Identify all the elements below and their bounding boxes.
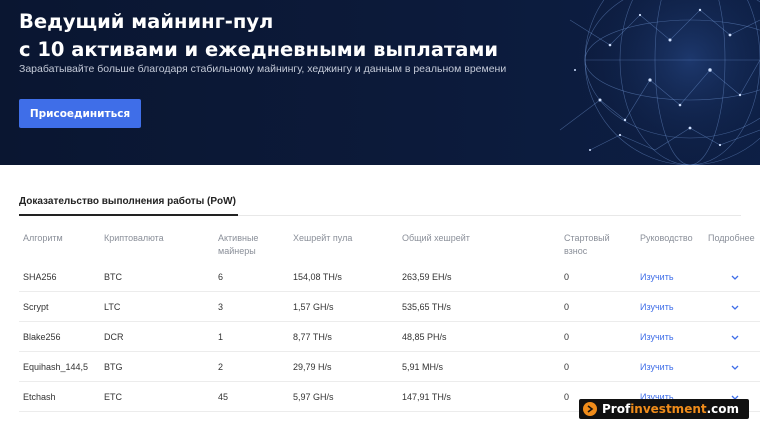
cell-start-fee: 0	[564, 362, 570, 372]
cell-currency: ETC	[104, 392, 122, 402]
cell-start-fee: 0	[564, 332, 570, 342]
chevron-down-icon[interactable]	[729, 352, 741, 382]
tab-pow[interactable]: Доказательство выполнения работы (PoW)	[19, 196, 238, 216]
watermark-middle: investment	[630, 402, 707, 416]
guide-link[interactable]: Изучить	[640, 322, 674, 352]
cell-currency: BTG	[104, 362, 123, 372]
mining-pool-table: Алгоритм Криптовалюта Активные майнеры Х…	[19, 226, 760, 412]
header-more: Подробнее	[708, 233, 755, 243]
table-row: Scrypt LTC 3 1,57 GH/s 535,65 TH/s 0 Изу…	[19, 292, 760, 322]
cell-pool-hashrate: 154,08 TH/s	[293, 272, 342, 282]
table-row: Blake256 DCR 1 8,77 TH/s 48,85 PH/s 0 Из…	[19, 322, 760, 352]
chevron-down-icon[interactable]	[729, 292, 741, 322]
cell-active-miners: 6	[218, 272, 224, 282]
join-button[interactable]: Присоединиться	[19, 99, 141, 128]
header-active-miners-line1: Активные	[218, 233, 259, 243]
guide-link[interactable]: Изучить	[640, 292, 674, 322]
cell-algorithm: SHA256	[23, 272, 57, 282]
cell-algorithm: Blake256	[23, 332, 61, 342]
cell-pool-hashrate: 29,79 H/s	[293, 362, 332, 372]
cell-currency: BTC	[104, 272, 122, 282]
cell-active-miners: 1	[218, 332, 224, 342]
table-row: Equihash_144,5 BTG 2 29,79 H/s 5,91 MH/s…	[19, 352, 760, 382]
header-start-fee-line2: взнос	[564, 246, 588, 256]
hero-subtitle: Зарабатывайте больше благодаря стабильно…	[19, 63, 507, 75]
watermark-logo-icon	[583, 402, 597, 416]
table-header: Алгоритм Криптовалюта Активные майнеры Х…	[19, 226, 760, 262]
hero-title-line1: Ведущий майнинг-пул	[19, 10, 274, 33]
cell-currency: LTC	[104, 302, 121, 312]
cell-pool-hashrate: 8,77 TH/s	[293, 332, 332, 342]
header-active-miners-line2: майнеры	[218, 246, 256, 256]
header-active-miners: Активные майнеры	[218, 232, 258, 258]
header-start-fee-line1: Стартовый	[564, 233, 610, 243]
header-pool-hashrate: Хешрейт пула	[293, 233, 353, 243]
cell-start-fee: 0	[564, 392, 570, 402]
cell-active-miners: 2	[218, 362, 224, 372]
watermark-suffix: .com	[706, 402, 740, 416]
algorithm-tabs: Доказательство выполнения работы (PoW)	[19, 196, 741, 216]
table-row: SHA256 BTC 6 154,08 TH/s 263,59 EH/s 0 И…	[19, 262, 760, 292]
cell-start-fee: 0	[564, 272, 570, 282]
cell-total-hashrate: 48,85 PH/s	[402, 332, 447, 342]
cell-start-fee: 0	[564, 302, 570, 312]
header-start-fee: Стартовый взнос	[564, 232, 610, 258]
cell-active-miners: 3	[218, 302, 224, 312]
cell-pool-hashrate: 5,97 GH/s	[293, 392, 334, 402]
cell-algorithm: Equihash_144,5	[23, 362, 89, 372]
cell-total-hashrate: 535,65 TH/s	[402, 302, 451, 312]
cell-algorithm: Scrypt	[23, 302, 49, 312]
hero-title-line2: с 10 активами и ежедневными выплатами	[19, 38, 499, 61]
guide-link[interactable]: Изучить	[640, 352, 674, 382]
cell-pool-hashrate: 1,57 GH/s	[293, 302, 334, 312]
cell-active-miners: 45	[218, 392, 229, 402]
chevron-down-icon[interactable]	[729, 322, 741, 352]
header-algorithm: Алгоритм	[23, 233, 63, 243]
hero-title: Ведущий майнинг-пул с 10 активами и ежед…	[19, 8, 539, 64]
watermark-prefix: Prof	[602, 402, 631, 416]
cell-total-hashrate: 5,91 MH/s	[402, 362, 444, 372]
cell-total-hashrate: 263,59 EH/s	[402, 272, 452, 282]
guide-link[interactable]: Изучить	[640, 262, 674, 292]
header-currency: Криптовалюта	[104, 233, 164, 243]
profinvestment-watermark: Prof investment .com	[579, 399, 749, 419]
header-guide: Руководство	[640, 233, 693, 243]
cell-algorithm: Etchash	[23, 392, 56, 402]
cell-currency: DCR	[104, 332, 124, 342]
header-total-hashrate: Общий хешрейт	[402, 233, 470, 243]
hero-banner: Ведущий майнинг-пул с 10 активами и ежед…	[0, 0, 760, 165]
cell-total-hashrate: 147,91 TH/s	[402, 392, 451, 402]
chevron-down-icon[interactable]	[729, 262, 741, 292]
